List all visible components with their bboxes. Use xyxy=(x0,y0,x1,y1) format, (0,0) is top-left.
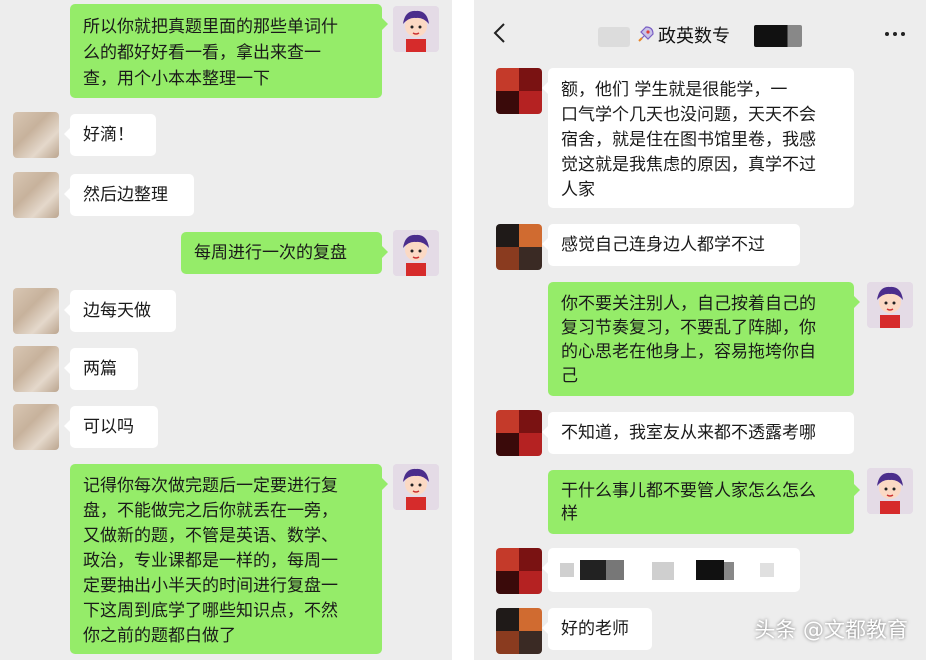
pixelated-red-avatar[interactable] xyxy=(496,548,542,594)
chat-header: 政英数专 xyxy=(474,0,926,68)
chat-title: 政英数专 xyxy=(658,26,730,47)
cartoon-girl-avatar[interactable] xyxy=(393,464,439,510)
cartoon-girl-avatar[interactable] xyxy=(393,230,439,276)
beige-blurred-avatar[interactable] xyxy=(13,346,59,392)
pixelated-red-avatar[interactable] xyxy=(496,410,542,456)
outgoing-message-bubble[interactable]: 所以你就把真题里面的那些单词什 么的都好好看一看，拿出来查一 查，用个小本本整理… xyxy=(70,4,388,98)
incoming-message-bubble[interactable]: 感觉自己连身边人都学不过 xyxy=(542,224,800,266)
incoming-message-bubble[interactable]: 好滴！ xyxy=(64,114,156,156)
rocket-icon xyxy=(636,24,656,44)
outgoing-message-bubble[interactable]: 每周进行一次的复盘 xyxy=(181,232,388,274)
beige-blurred-avatar[interactable] xyxy=(13,404,59,450)
incoming-message-bubble[interactable]: 边每天做 xyxy=(64,290,176,332)
incoming-message-bubble[interactable]: 可以吗 xyxy=(64,406,158,448)
incoming-message-bubble[interactable]: 好的老师 xyxy=(542,608,652,650)
cartoon-girl-avatar[interactable] xyxy=(867,282,913,328)
redacted-name-block xyxy=(754,25,802,47)
left-chat-panel: 所以你就把真题里面的那些单词什 么的都好好看一看，拿出来查一 查，用个小本本整理… xyxy=(0,0,452,660)
outgoing-message-bubble[interactable]: 记得你每次做完题后一定要进行复 盘，不能做完之后你就丢在一旁， 又做新的题，不管… xyxy=(70,464,388,654)
redacted-name-block xyxy=(598,27,630,47)
incoming-message-bubble[interactable] xyxy=(542,548,800,592)
pixelated-red-avatar[interactable] xyxy=(496,68,542,114)
pixelated-orange-avatar[interactable] xyxy=(496,608,542,654)
incoming-message-bubble[interactable]: 两篇 xyxy=(64,348,138,390)
beige-blurred-avatar[interactable] xyxy=(13,288,59,334)
cartoon-girl-avatar[interactable] xyxy=(393,6,439,52)
outgoing-message-bubble[interactable]: 你不要关注别人，自己按着自己的 复习节奏复习，不要乱了阵脚，你 的心思老在他身上… xyxy=(548,282,860,396)
outgoing-message-bubble[interactable]: 干什么事儿都不要管人家怎么怎么 样 xyxy=(548,470,860,534)
beige-blurred-avatar[interactable] xyxy=(13,112,59,158)
pixelated-orange-avatar[interactable] xyxy=(496,224,542,270)
right-chat-panel: 政英数专 额，他们 学生就是很能学，一 口气学个几天也没问题，天天不会 宿舍，就… xyxy=(474,0,926,660)
watermark-text: 头条 @文都教育 xyxy=(754,618,908,642)
more-dots-icon[interactable] xyxy=(884,18,906,43)
beige-blurred-avatar[interactable] xyxy=(13,172,59,218)
incoming-message-bubble[interactable]: 额，他们 学生就是很能学，一 口气学个几天也没问题，天天不会 宿舍，就是住在图书… xyxy=(542,68,854,208)
incoming-message-bubble[interactable]: 不知道，我室友从来都不透露考哪 xyxy=(542,412,854,454)
incoming-message-bubble[interactable]: 然后边整理 xyxy=(64,174,194,216)
cartoon-girl-avatar[interactable] xyxy=(867,468,913,514)
chevron-left-icon[interactable] xyxy=(492,22,512,46)
redacted-content-blur xyxy=(560,560,774,580)
